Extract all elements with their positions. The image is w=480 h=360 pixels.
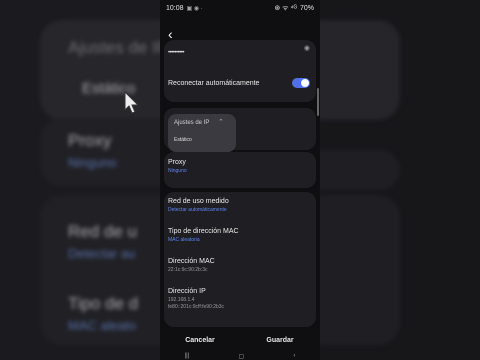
bg-ip-card — [40, 20, 160, 120]
ip-settings-label: Ajustes de IP — [174, 120, 210, 126]
chevron-up-icon: ⌃ — [218, 119, 224, 126]
bg-metered-label: Red de u — [68, 222, 137, 241]
ip-address-label: Dirección IP — [168, 288, 206, 295]
mac-type-label: Tipo de dirección MAC — [168, 228, 239, 235]
bg-mactype-value: MAC aleato — [68, 318, 136, 333]
back-nav-icon[interactable]: ‹ — [293, 353, 295, 359]
connection-card — [164, 40, 316, 102]
notification-icons: ▣ ◉ · — [186, 5, 203, 12]
back-icon[interactable]: ‹ — [168, 27, 173, 41]
signal-icons: ⊛ ᯤ ⁴ᴳ — [274, 4, 297, 12]
mac-address-value: 22:1c:9c:90:2b:3c — [168, 267, 208, 273]
phone-screen: 10:08 ▣ ◉ · ⊛ ᯤ ⁴ᴳ 70% ‹ •••••••••• ◉ Re… — [160, 0, 320, 360]
blurred-background-right — [320, 0, 480, 360]
password-field[interactable]: •••••••••• — [168, 50, 185, 56]
bg-right-card-1 — [320, 20, 400, 120]
bg-proxy-value: Ninguno — [68, 155, 117, 170]
auto-reconnect-toggle[interactable] — [292, 78, 310, 88]
bg-right-card-2 — [320, 150, 400, 190]
auto-reconnect-label: Reconectar automáticamente — [168, 80, 260, 87]
video-frame: Ajustes de IP Estático Proxy Ninguno Red… — [0, 0, 480, 360]
scrollbar[interactable] — [317, 88, 319, 116]
metered-row[interactable]: Red de uso medido Detectar automáticamen… — [168, 198, 312, 213]
bg-metered-value: Detectar au — [68, 246, 136, 261]
ip-address-value-1: 192.168.1.4 — [168, 297, 195, 303]
proxy-value: Ninguno — [168, 168, 187, 174]
eye-icon[interactable]: ◉ — [304, 44, 310, 52]
toggle-knob — [301, 79, 309, 87]
ip-settings-dropdown[interactable]: Ajustes de IP ⌃ Estático — [168, 114, 236, 152]
metered-label: Red de uso medido — [168, 198, 229, 205]
proxy-row[interactable]: Proxy Ninguno — [168, 159, 312, 174]
auto-reconnect-row[interactable]: Reconectar automáticamente — [168, 80, 312, 87]
cancel-button[interactable]: Cancelar — [160, 330, 240, 352]
ip-option-static[interactable]: Estático — [174, 137, 192, 143]
battery-level: 70% — [299, 4, 314, 12]
bg-mactype-label: Tipo de d — [68, 294, 139, 313]
mac-address-row: Dirección MAC 22:1c:9c:90:2b:3c — [168, 258, 312, 273]
metered-value: Detectar automáticamente — [168, 207, 227, 213]
ip-address-value-2: fe80::201c:9cff:fe90:2b3c — [168, 304, 225, 310]
save-button[interactable]: Guardar — [240, 330, 320, 352]
action-bar: Cancelar Guardar — [160, 330, 320, 352]
ip-address-row: Dirección IP 192.168.1.4 fe80::201c:9cff… — [168, 288, 312, 310]
proxy-label: Proxy — [168, 159, 186, 166]
bg-ip-label: Ajustes de IP — [68, 38, 160, 57]
bg-proxy-card — [40, 118, 160, 186]
bg-cursor-icon — [124, 91, 140, 114]
mac-type-value: MAC aleatoria — [168, 237, 200, 243]
mac-type-row[interactable]: Tipo de dirección MAC MAC aleatoria — [168, 228, 312, 243]
bg-proxy-label: Proxy — [68, 131, 112, 150]
navigation-bar: ||| ▢ ‹ — [160, 352, 320, 360]
blurred-background-left: Ajustes de IP Estático Proxy Ninguno Red… — [0, 0, 160, 360]
mac-address-label: Dirección MAC — [168, 258, 215, 265]
status-time: 10:08 — [166, 4, 184, 12]
status-bar: 10:08 ▣ ◉ · ⊛ ᯤ ⁴ᴳ 70% — [160, 0, 320, 16]
recents-icon[interactable]: ||| — [185, 353, 190, 359]
bg-right-card-3 — [320, 195, 400, 345]
home-icon[interactable]: ▢ — [238, 353, 244, 360]
